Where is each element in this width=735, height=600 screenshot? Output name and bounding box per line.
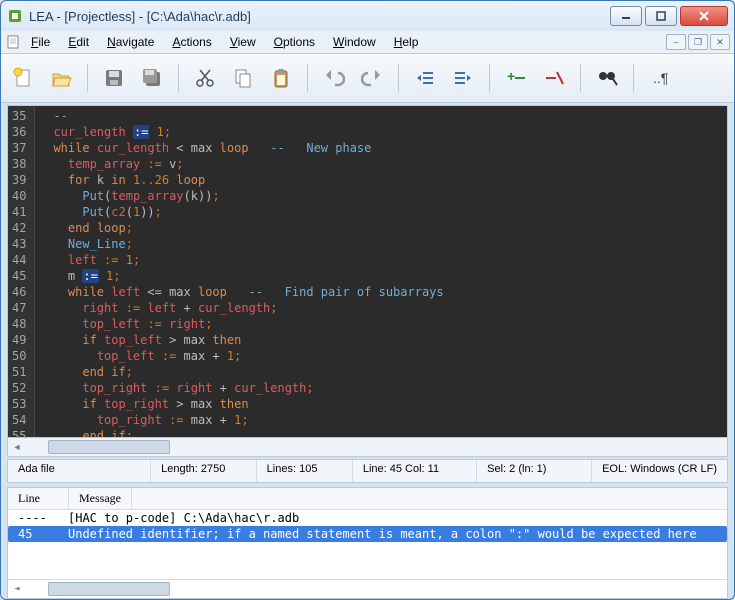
cut-button[interactable] [191, 64, 219, 92]
status-eol: EOL: Windows (CR LF) [592, 460, 727, 482]
menu-window[interactable]: Window [325, 33, 384, 51]
window-controls [610, 6, 728, 26]
save-button[interactable] [100, 64, 128, 92]
paste-button[interactable] [267, 64, 295, 92]
msg-col-message[interactable]: Message [69, 488, 132, 509]
menu-actions[interactable]: Actions [164, 33, 219, 51]
minimize-button[interactable] [610, 6, 642, 26]
svg-text:..¶: ..¶ [653, 70, 668, 86]
app-window: LEA - [Projectless] - [C:\Ada\hac\r.adb]… [0, 0, 735, 600]
status-lines: Lines: 105 [257, 460, 353, 482]
messages-panel: Line Message ----[HAC to p-code] C:\Ada\… [7, 487, 728, 599]
svg-text:+: + [507, 68, 515, 84]
menu-view[interactable]: View [222, 33, 264, 51]
window-title: LEA - [Projectless] - [C:\Ada\hac\r.adb] [29, 9, 251, 24]
titlebar: LEA - [Projectless] - [C:\Ada\hac\r.adb] [1, 1, 734, 31]
scroll-thumb[interactable] [48, 440, 170, 454]
mdi-controls: – ❐ ✕ [666, 34, 730, 50]
message-row[interactable]: 45Undefined identifier; if a named state… [8, 526, 727, 542]
menu-options[interactable]: Options [266, 33, 323, 51]
comment-button[interactable]: + [502, 64, 530, 92]
undo-button[interactable] [320, 64, 348, 92]
editor-hscroll[interactable]: ◄ [7, 438, 728, 457]
unindent-button[interactable] [411, 64, 439, 92]
redo-button[interactable] [358, 64, 386, 92]
menu-navigate[interactable]: Navigate [99, 33, 162, 51]
line-gutter: 3536373839404142434445464748495051525354… [8, 106, 35, 437]
status-filetype: Ada file [8, 460, 151, 482]
indent-button[interactable] [449, 64, 477, 92]
scroll-left-icon[interactable]: ◄ [8, 584, 26, 594]
close-button[interactable] [680, 6, 728, 26]
open-file-button[interactable] [47, 64, 75, 92]
scroll-left-icon[interactable]: ◄ [8, 442, 26, 452]
scroll-thumb[interactable] [48, 582, 170, 596]
menubar: File Edit Navigate Actions View Options … [1, 31, 734, 54]
status-length: Length: 2750 [151, 460, 257, 482]
messages-hscroll[interactable]: ◄ [8, 579, 727, 598]
message-row[interactable]: ----[HAC to p-code] C:\Ada\hac\r.adb [8, 510, 727, 526]
statusbar: Ada file Length: 2750 Lines: 105 Line: 4… [7, 459, 728, 483]
maximize-button[interactable] [645, 6, 677, 26]
mdi-restore[interactable]: ❐ [688, 34, 708, 50]
editor[interactable]: 3536373839404142434445464748495051525354… [7, 105, 728, 438]
doc-icon [5, 34, 21, 50]
menu-help[interactable]: Help [386, 33, 427, 51]
status-sel: Sel: 2 (ln: 1) [477, 460, 592, 482]
code-view[interactable]: --cur_length := 1;while cur_length < max… [35, 106, 727, 437]
pilcrow-button[interactable]: ..¶ [646, 64, 674, 92]
uncomment-button[interactable] [540, 64, 568, 92]
messages-rows: ----[HAC to p-code] C:\Ada\hac\r.adb45Un… [8, 510, 727, 542]
mdi-minimize[interactable]: – [666, 34, 686, 50]
app-icon [7, 8, 23, 24]
menu-file[interactable]: File [23, 33, 58, 51]
msg-col-line[interactable]: Line [8, 488, 69, 509]
save-all-button[interactable] [138, 64, 166, 92]
copy-button[interactable] [229, 64, 257, 92]
status-pos: Line: 45 Col: 11 [353, 460, 477, 482]
new-file-button[interactable] [9, 64, 37, 92]
mdi-close[interactable]: ✕ [710, 34, 730, 50]
menu-edit[interactable]: Edit [60, 33, 97, 51]
toolbar: + ..¶ [1, 54, 734, 103]
messages-header: Line Message [8, 488, 727, 510]
search-button[interactable] [593, 64, 621, 92]
